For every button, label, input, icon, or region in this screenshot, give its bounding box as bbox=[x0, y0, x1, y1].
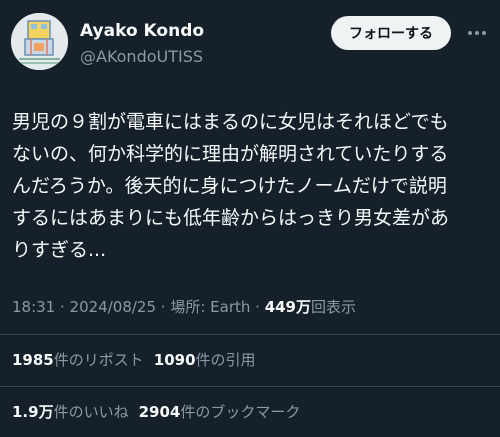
tweet-date[interactable]: 2024/08/25 bbox=[70, 298, 156, 316]
follow-button[interactable]: フォローする bbox=[331, 16, 451, 50]
quotes-count: 1090 bbox=[153, 351, 196, 369]
likes-label: 件のいいね bbox=[53, 403, 129, 421]
stats-row-reposts: 1985件のリポスト 1090件の引用 bbox=[12, 349, 256, 371]
divider bbox=[0, 334, 500, 335]
author-name[interactable]: Ayako Kondo bbox=[80, 20, 204, 42]
author-info: Ayako Kondo @AKondoUTISS bbox=[80, 20, 204, 68]
quotes-stat[interactable]: 1090件の引用 bbox=[154, 349, 256, 371]
tweet-time[interactable]: 18:31 bbox=[12, 298, 55, 316]
tweet-text-line: 男児の９割が電車にはまるのに女児はそれほどでも bbox=[12, 111, 449, 133]
meta-separator: · bbox=[55, 298, 70, 316]
stats-row-likes: 1.9万件のいいね 2904件のブックマーク bbox=[12, 401, 300, 423]
more-horizontal-icon bbox=[468, 31, 486, 35]
tweet-text-line: するにはあまりにも低年齢からはっきり男女差があ bbox=[12, 207, 450, 229]
reposts-count: 1985 bbox=[12, 351, 54, 369]
views-label: 回表示 bbox=[311, 298, 357, 316]
more-options-button[interactable] bbox=[464, 20, 490, 46]
bookmarks-count: 2904 bbox=[138, 403, 181, 421]
likes-stat[interactable]: 1.9万件のいいね bbox=[12, 401, 129, 423]
tweet-meta: 18:31 · 2024/08/25 · 場所: Earth · 449万回表示 bbox=[12, 296, 356, 318]
reposts-stat[interactable]: 1985件のリポスト bbox=[12, 349, 144, 371]
avatar[interactable] bbox=[11, 13, 68, 70]
divider bbox=[0, 386, 500, 387]
quotes-label: 件の引用 bbox=[195, 351, 256, 369]
views-count: 449万 bbox=[264, 298, 311, 316]
meta-separator: · bbox=[156, 298, 171, 316]
bookmarks-stat[interactable]: 2904件のブックマーク bbox=[139, 401, 301, 423]
author-handle[interactable]: @AKondoUTISS bbox=[80, 46, 204, 68]
tweet-location[interactable]: 場所: Earth bbox=[170, 298, 250, 316]
tweet-text-line: ないの、何か科学的に理由が解明されていたりする bbox=[12, 143, 449, 165]
tweet-text-line: んだろうか。後天的に身につけたノームだけで説明 bbox=[12, 175, 447, 197]
likes-count: 1.9万 bbox=[12, 403, 54, 421]
meta-separator: · bbox=[250, 298, 265, 316]
bookmarks-label: 件のブックマーク bbox=[180, 403, 301, 421]
avatar-drawing-icon bbox=[11, 13, 68, 70]
tweet-text-line: りすぎる... bbox=[12, 239, 107, 261]
reposts-label: 件のリポスト bbox=[53, 351, 144, 369]
tweet-detail: Ayako Kondo @AKondoUTISS フォローする 男児の９割が電車… bbox=[0, 0, 500, 437]
tweet-text: 男児の９割が電車にはまるのに女児はそれほどでも ないの、何か科学的に理由が解明さ… bbox=[12, 106, 492, 266]
